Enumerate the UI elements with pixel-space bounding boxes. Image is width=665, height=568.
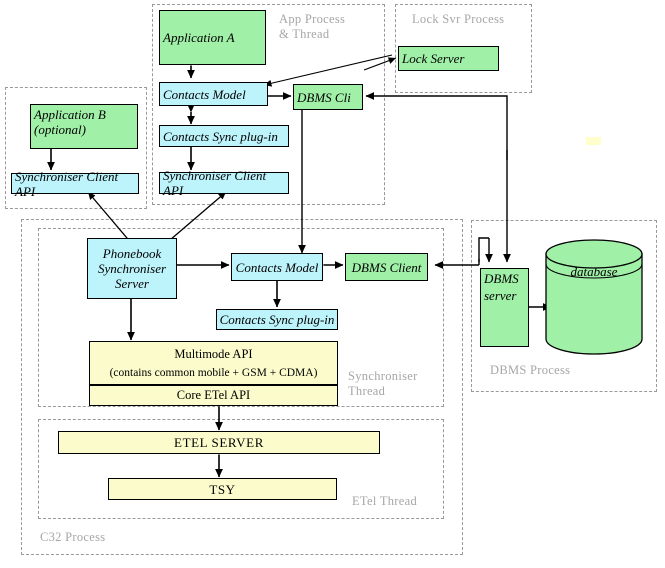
region-label-app-process-thread: App Process & Thread [279,12,346,41]
box-contacts-model-sync[interactable]: Contacts Model [231,253,323,281]
box-multimode-api[interactable]: Multimode API (contains common mobile + … [89,341,338,385]
multimode-api-title: Multimode API [174,346,253,361]
region-label-synchroniser-thread: Synchroniser Thread [348,369,418,398]
box-tsy[interactable]: TSY [108,478,337,500]
box-synchroniser-client-api-app[interactable]: Synchroniser Client API [159,168,289,198]
box-contacts-sync-plugin-sync[interactable]: Contacts Sync plug-in [216,309,338,330]
architecture-diagram: App Process & Thread Lock Svr Process C3… [0,0,665,568]
region-label-dbms-process: DBMS Process [490,363,571,377]
region-label-etel-thread: ETel Thread [352,494,418,508]
box-dbms-server[interactable]: DBMS server [480,268,529,347]
yellow-artifact [586,137,601,145]
region-label-c32-process: C32 Process [40,530,106,544]
box-etel-server[interactable]: ETEL SERVER [58,431,380,454]
box-phonebook-synchroniser-server[interactable]: Phonebook Synchroniser Server [87,238,177,299]
arrow-dbmsserver-to-dbmscli [365,92,508,160]
box-lock-server[interactable]: Lock Server [398,46,499,71]
box-dbms-client[interactable]: DBMS Client [345,253,428,281]
region-label-lock-svr-process: Lock Svr Process [412,12,505,26]
label-database: database [570,264,618,279]
box-contacts-model-app[interactable]: Contacts Model [159,82,268,106]
box-dbms-cli[interactable]: DBMS Cli [293,84,363,110]
box-contacts-sync-plugin-app[interactable]: Contacts Sync plug-in [159,125,289,147]
box-application-a[interactable]: Application A [159,10,266,65]
box-synchroniser-client-api-b[interactable]: Synchroniser Client API [11,169,139,199]
box-application-b[interactable]: Application B (optional) [30,104,138,149]
box-core-etel-api[interactable]: Core ETel API [89,385,338,406]
shape-database-cylinder[interactable] [544,238,644,355]
multimode-api-subtitle: (contains common mobile + GSM + CDMA) [109,366,318,379]
